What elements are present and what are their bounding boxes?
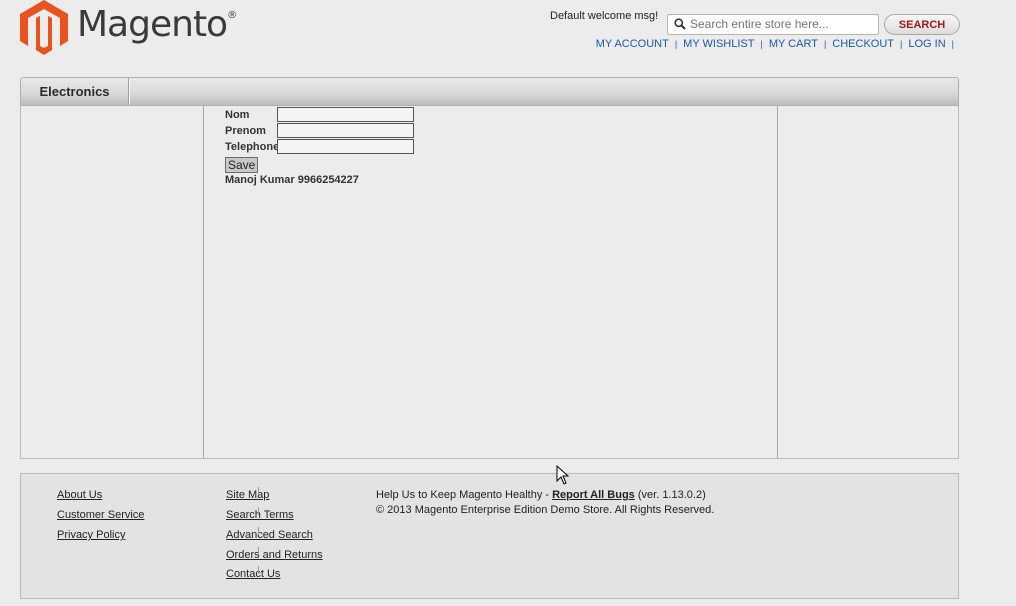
save-button[interactable]: Save (225, 157, 259, 173)
footer-divider (258, 487, 259, 495)
prenom-input[interactable] (277, 123, 414, 138)
report-bugs-link[interactable]: Report All Bugs (552, 489, 635, 501)
footer-divider (258, 547, 259, 555)
footer-divider (258, 507, 259, 515)
footer-link-customer-service[interactable]: Customer Service (57, 509, 144, 521)
nav-item-electronics[interactable]: Electronics (21, 78, 129, 105)
link-separator: | (823, 39, 827, 49)
search-box[interactable] (667, 14, 879, 35)
nom-input[interactable] (277, 107, 414, 122)
welcome-message: Default welcome msg! (550, 10, 659, 22)
main-navigation: Electronics (20, 77, 959, 106)
top-links: MY ACCOUNT | MY WISHLIST | MY CART | CHECKOUT |… (596, 38, 960, 50)
telephone-input[interactable] (277, 139, 414, 154)
prenom-label: Prenom (225, 125, 266, 137)
version-text: (ver. 1.13.0.2) (634, 489, 706, 501)
footer-link-about-us[interactable]: About Us (57, 489, 102, 501)
help-text: Help Us to Keep Magento Healthy - Report… (376, 489, 706, 501)
logo-text: Magento® (77, 4, 237, 45)
link-separator: | (900, 39, 903, 49)
footer-link-advanced-search[interactable]: Advanced Search (226, 529, 313, 541)
mouse-cursor-icon (556, 465, 570, 485)
search-button[interactable]: SEARCH (884, 14, 960, 35)
my-account-link[interactable]: MY ACCOUNT (596, 38, 669, 50)
link-separator: | (674, 39, 678, 49)
footer-divider (258, 527, 259, 535)
checkout-link[interactable]: CHECKOUT (832, 38, 894, 50)
my-wishlist-link[interactable]: MY WISHLIST (683, 38, 754, 50)
saved-result-text: Manoj Kumar 9966254227 (225, 174, 359, 186)
search-icon (674, 18, 686, 30)
right-sidebar (777, 106, 958, 458)
link-separator: | (760, 39, 763, 49)
my-cart-link[interactable]: MY CART (769, 38, 818, 50)
footer-link-orders-and-returns[interactable]: Orders and Returns (226, 549, 323, 561)
nom-label: Nom (225, 109, 250, 121)
copyright-text: © 2013 Magento Enterprise Edition Demo S… (376, 504, 715, 516)
footer-link-site-map[interactable]: Site Map (226, 489, 269, 501)
main-content: Nom Prenom Telephone Save Manoj Kumar 99… (20, 106, 959, 459)
footer-link-contact-us[interactable]: Contact Us (226, 568, 280, 580)
footer-divider (258, 566, 259, 574)
search-input[interactable] (690, 16, 874, 32)
footer: About Us Customer Service Privacy Policy… (20, 473, 959, 599)
log-in-link[interactable]: LOG IN (908, 38, 945, 50)
link-separator: | (951, 39, 954, 49)
help-prefix: Help Us to Keep Magento Healthy - (376, 489, 553, 501)
footer-link-privacy-policy[interactable]: Privacy Policy (57, 529, 125, 541)
footer-link-search-terms[interactable]: Search Terms (226, 509, 294, 521)
magento-logo-icon (20, 0, 68, 55)
left-sidebar (21, 106, 204, 458)
telephone-label: Telephone (225, 141, 280, 153)
nav-divider (129, 78, 130, 105)
magento-logo[interactable]: Magento® (20, 0, 237, 56)
